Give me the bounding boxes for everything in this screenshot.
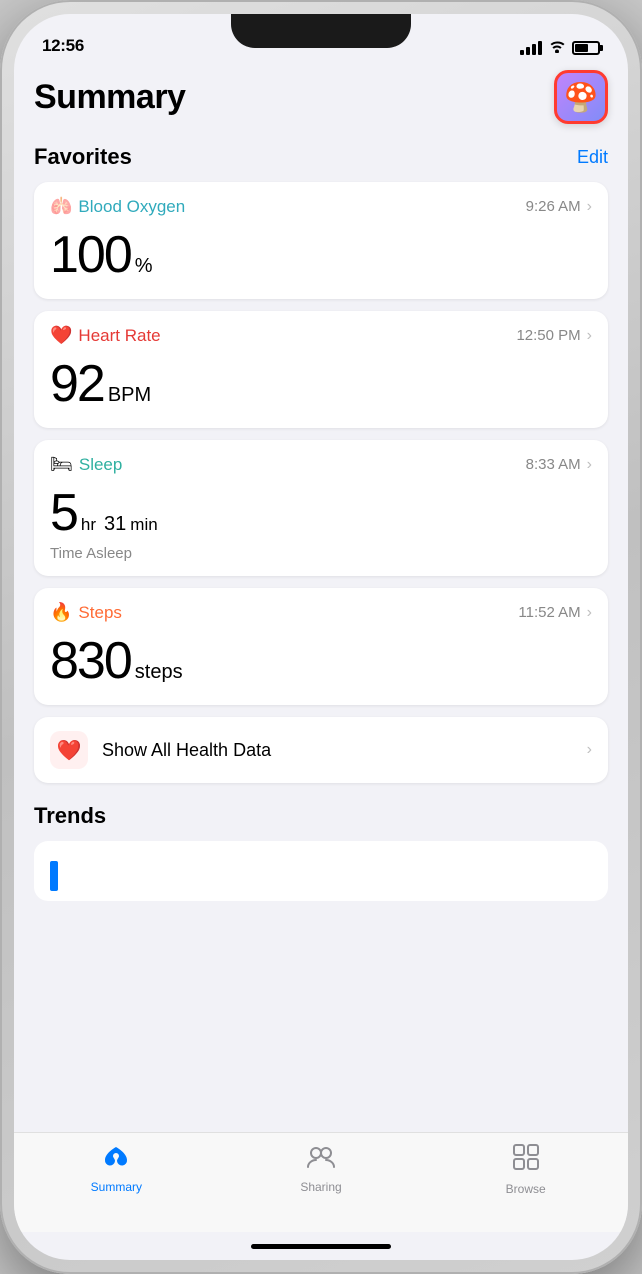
sleep-minutes-unit: min	[130, 515, 157, 535]
scroll-content[interactable]: Summary 🍄 Favorites Edit 🫁 Blood Oxygen	[14, 62, 628, 1132]
sleep-hours-value: 5	[50, 483, 77, 543]
trends-title: Trends	[34, 803, 608, 829]
sleep-icon: 🛏	[50, 454, 73, 475]
tab-summary[interactable]: Summary	[14, 1143, 219, 1194]
steps-title: Steps	[78, 603, 121, 623]
trends-section: Trends	[34, 803, 608, 901]
home-indicator	[14, 1232, 628, 1260]
show-all-health-data-card[interactable]: ❤️ Show All Health Data ›	[34, 717, 608, 783]
heart-rate-icon: ❤️	[50, 325, 72, 346]
phone-screen: 12:56	[14, 14, 628, 1260]
favorites-section-header: Favorites Edit	[34, 144, 608, 170]
status-icons	[520, 39, 600, 56]
heart-rate-card[interactable]: ❤️ Heart Rate 12:50 PM › 92 BPM	[34, 311, 608, 428]
steps-chevron: ›	[587, 604, 592, 622]
browse-tab-label: Browse	[506, 1182, 546, 1196]
blood-oxygen-card[interactable]: 🫁 Blood Oxygen 9:26 AM › 100 %	[34, 182, 608, 299]
health-data-label: Show All Health Data	[102, 740, 573, 761]
sleep-time: 8:33 AM	[526, 456, 581, 473]
summary-tab-icon	[102, 1143, 130, 1176]
tab-sharing[interactable]: Sharing	[219, 1143, 424, 1194]
blood-oxygen-chevron: ›	[587, 198, 592, 216]
sharing-tab-label: Sharing	[300, 1180, 341, 1194]
status-time: 12:56	[42, 36, 84, 56]
avatar-button[interactable]: 🍄	[554, 70, 608, 124]
sharing-tab-icon	[306, 1143, 336, 1176]
edit-button[interactable]: Edit	[577, 147, 608, 168]
heart-rate-time: 12:50 PM	[516, 327, 580, 344]
blood-oxygen-time: 9:26 AM	[526, 198, 581, 215]
trend-bar	[50, 861, 58, 891]
steps-time: 11:52 AM	[518, 604, 580, 621]
page-title: Summary	[34, 78, 185, 117]
blood-oxygen-title: Blood Oxygen	[78, 197, 185, 217]
sleep-hours-unit: hr	[81, 515, 96, 535]
blood-oxygen-icon: 🫁	[50, 196, 72, 217]
tab-bar: Summary Sharing	[14, 1132, 628, 1232]
notch	[231, 14, 411, 48]
steps-value: 830	[50, 631, 131, 691]
browse-tab-icon	[512, 1143, 540, 1178]
wifi-icon	[548, 39, 566, 56]
sleep-card[interactable]: 🛏 Sleep 8:33 AM › 5 hr 31 min Time Aslee…	[34, 440, 608, 576]
avatar-emoji: 🍄	[564, 81, 599, 114]
sleep-chevron: ›	[587, 456, 592, 474]
heart-rate-value: 92	[50, 354, 104, 414]
heart-rate-unit: BPM	[108, 384, 151, 407]
tab-browse[interactable]: Browse	[423, 1143, 628, 1196]
battery-icon	[572, 41, 600, 55]
steps-unit: steps	[135, 661, 183, 684]
blood-oxygen-value: 100	[50, 225, 131, 285]
signal-icon	[520, 41, 542, 55]
phone-frame: 12:56	[0, 0, 642, 1274]
favorites-title: Favorites	[34, 144, 132, 170]
summary-tab-label: Summary	[91, 1180, 142, 1194]
sleep-title: Sleep	[79, 455, 122, 475]
health-data-chevron: ›	[587, 741, 592, 759]
page-header: Summary 🍄	[34, 62, 608, 124]
steps-icon: 🔥	[50, 602, 72, 623]
steps-card[interactable]: 🔥 Steps 11:52 AM › 830 steps	[34, 588, 608, 705]
heart-rate-title: Heart Rate	[78, 326, 160, 346]
heart-rate-chevron: ›	[587, 327, 592, 345]
trends-preview	[34, 841, 608, 901]
health-data-icon-box: ❤️	[50, 731, 88, 769]
blood-oxygen-unit: %	[135, 255, 153, 278]
health-heart-icon: ❤️	[57, 738, 82, 763]
sleep-label: Time Asleep	[50, 545, 592, 562]
sleep-minutes-value: 31	[104, 513, 126, 536]
